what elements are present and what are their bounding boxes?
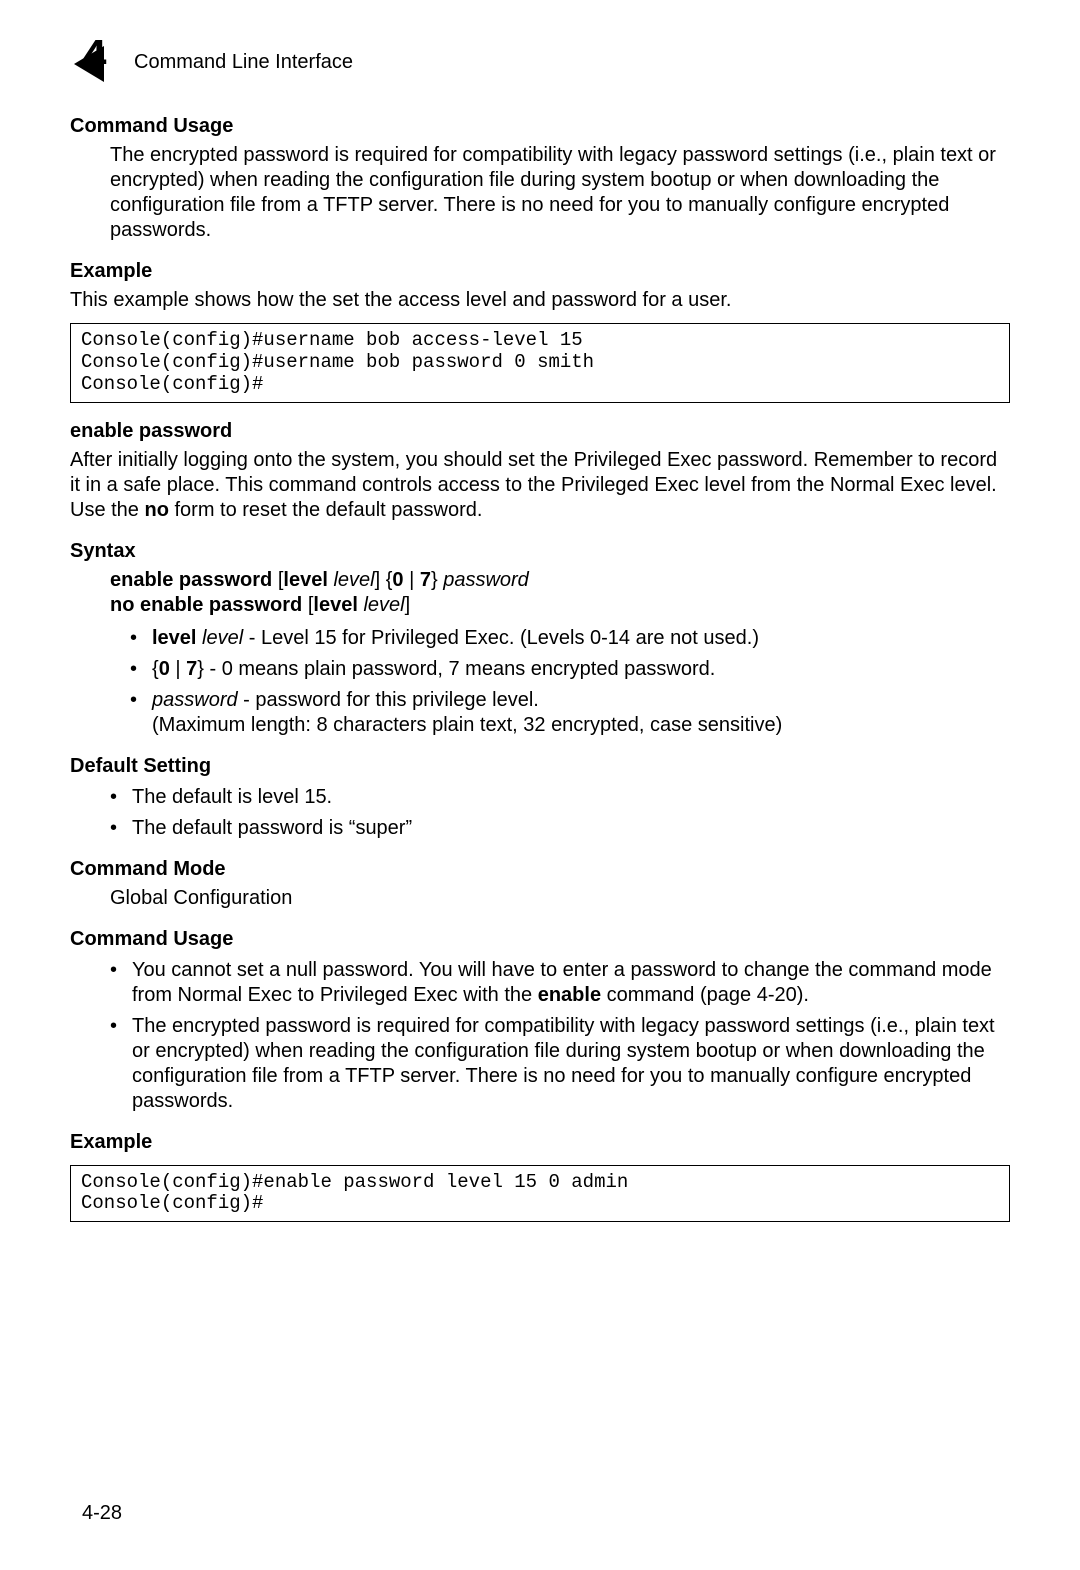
page: 4 Command Line Interface Command Usage T… <box>0 0 1080 1570</box>
heading-default-setting: Default Setting <box>70 754 1010 779</box>
default-bullet-2: The default password is “super” <box>110 816 1010 841</box>
t: [ <box>272 569 283 591</box>
kw: enable <box>538 984 601 1006</box>
example-1-code: Console(config)#username bob access-leve… <box>70 323 1010 403</box>
syntax-lines: enable password [level level] {0 | 7} pa… <box>110 568 1010 618</box>
page-number: 4-28 <box>82 1501 122 1526</box>
kw: 7 <box>420 569 431 591</box>
example-1-intro: This example shows how the set the acces… <box>70 288 1010 313</box>
heading-syntax: Syntax <box>70 539 1010 564</box>
t: { <box>152 658 159 680</box>
usage2-bullet-2: The encrypted password is required for c… <box>110 1014 1010 1114</box>
t: (Maximum length: 8 characters plain text… <box>152 714 782 736</box>
t: } <box>431 569 443 591</box>
heading-example-2: Example <box>70 1130 1010 1155</box>
t: - 0 means plain password, 7 means encryp… <box>204 658 715 680</box>
syntax-bullet-password: password - password for this privilege l… <box>130 688 1010 738</box>
t: ] <box>405 594 411 616</box>
arg: level <box>333 569 374 591</box>
t: - Level 15 for Privileged Exec. (Levels … <box>243 627 759 649</box>
page-header: 4 Command Line Interface <box>70 40 1010 84</box>
command-mode-text: Global Configuration <box>110 886 1010 911</box>
t: [ <box>302 594 313 616</box>
kw: enable password <box>110 569 272 591</box>
keyword-no: no <box>144 499 168 521</box>
t: | <box>404 569 420 591</box>
chapter-arrow-icon: 4 <box>76 40 120 84</box>
kw: no enable password <box>110 594 302 616</box>
default-bullets: The default is level 15. The default pas… <box>70 785 1010 841</box>
heading-enable-password: enable password <box>70 419 1010 444</box>
example-2-code: Console(config)#enable password level 15… <box>70 1165 1010 1223</box>
syntax-bullet-level: level level - Level 15 for Privileged Ex… <box>130 626 1010 651</box>
t: - password for this privilege level. <box>238 689 539 711</box>
t: command (page 4-20). <box>601 984 809 1006</box>
command-usage-para: The encrypted password is required for c… <box>110 143 1010 243</box>
enable-password-para: After initially logging onto the system,… <box>70 448 1010 523</box>
arg: password <box>152 689 238 711</box>
syntax-line-1: enable password [level level] {0 | 7} pa… <box>110 568 1010 593</box>
heading-command-mode: Command Mode <box>70 857 1010 882</box>
kw: level <box>152 627 196 649</box>
heading-command-usage: Command Usage <box>70 114 1010 139</box>
command-usage-2-bullets: You cannot set a null password. You will… <box>70 958 1010 1114</box>
kw: 7 <box>186 658 197 680</box>
kw: 0 <box>392 569 403 591</box>
t: } <box>197 658 204 680</box>
syntax-line-2: no enable password [level level] <box>110 593 1010 618</box>
chapter-number: 4 <box>82 34 106 78</box>
arg: password <box>443 569 529 591</box>
heading-example-1: Example <box>70 259 1010 284</box>
t: | <box>170 658 186 680</box>
default-bullet-1: The default is level 15. <box>110 785 1010 810</box>
t: ] { <box>375 569 393 591</box>
usage2-bullet-1: You cannot set a null password. You will… <box>110 958 1010 1008</box>
kw: 0 <box>159 658 170 680</box>
arg: level <box>202 627 243 649</box>
text: form to reset the default password. <box>169 499 483 521</box>
kw: level <box>313 594 357 616</box>
chapter-title: Command Line Interface <box>134 50 353 75</box>
kw: level <box>283 569 327 591</box>
syntax-bullets: level level - Level 15 for Privileged Ex… <box>70 626 1010 738</box>
heading-command-usage-2: Command Usage <box>70 927 1010 952</box>
syntax-bullet-07: {0 | 7} - 0 means plain password, 7 mean… <box>130 657 1010 682</box>
arg: level <box>363 594 404 616</box>
